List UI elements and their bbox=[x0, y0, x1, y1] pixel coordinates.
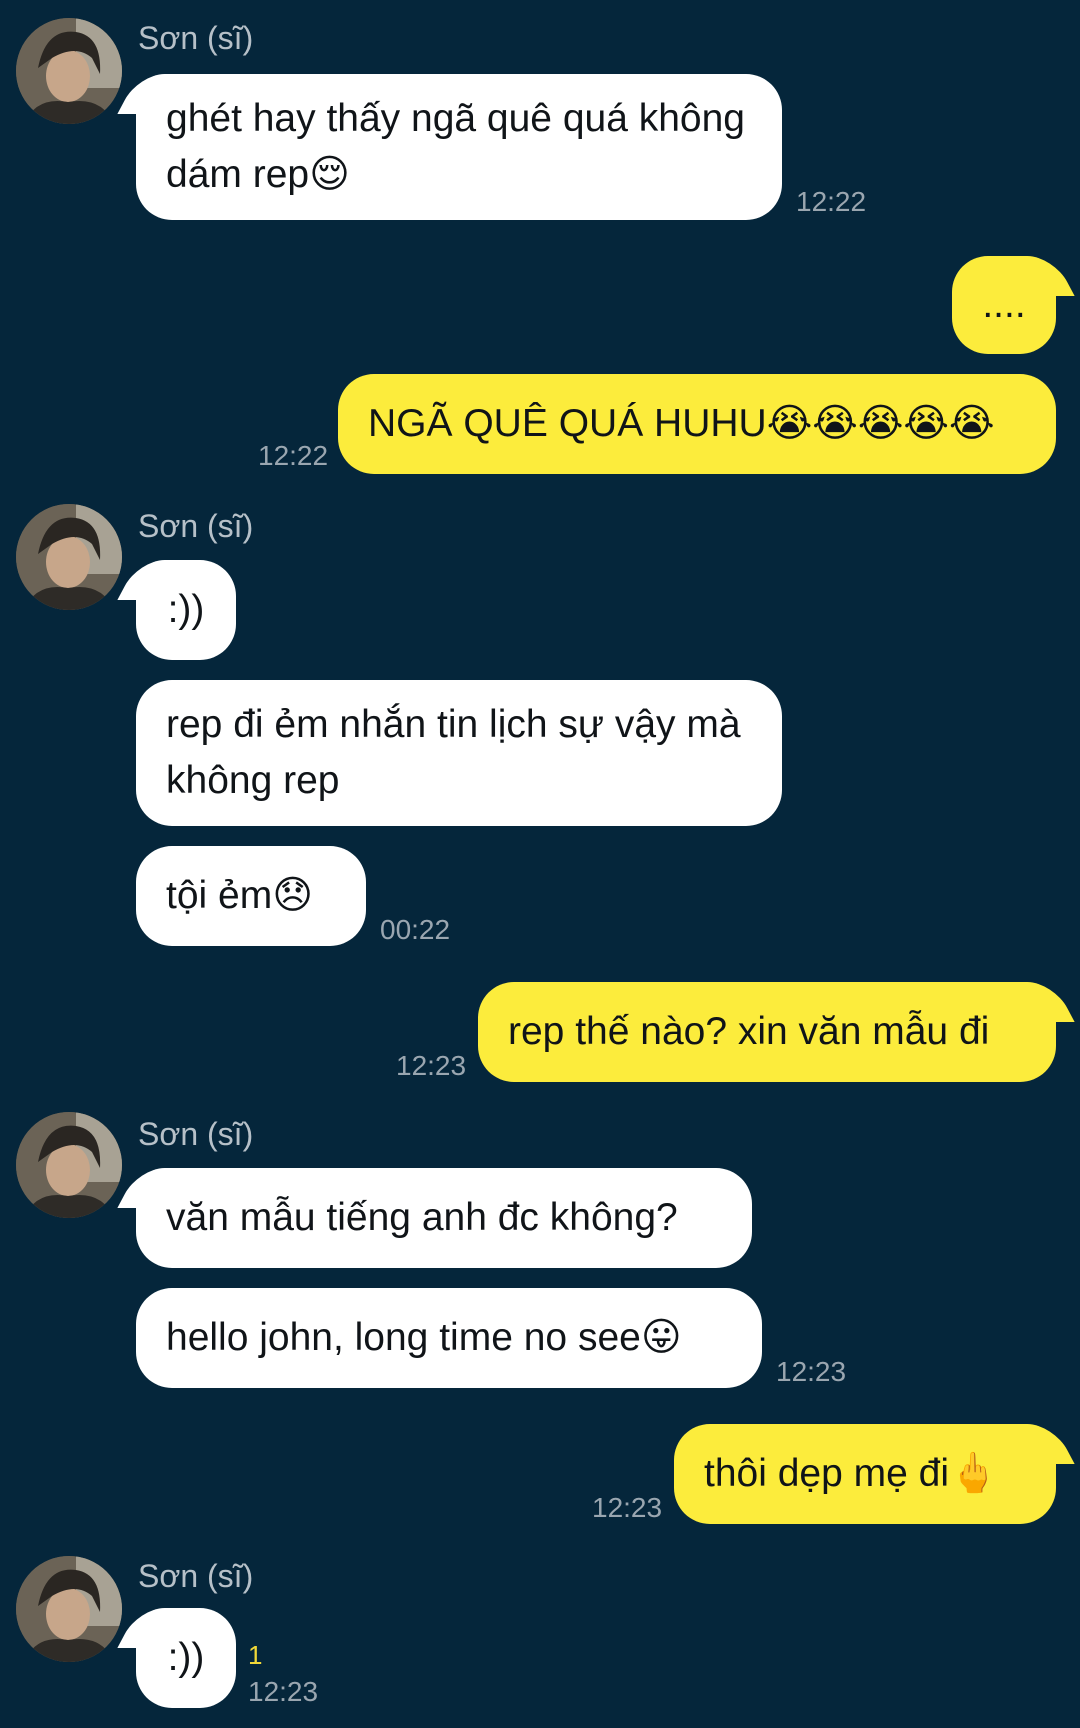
message-bubble-sent[interactable]: rep thế nào? xin văn mẫu đi bbox=[478, 982, 1056, 1082]
message-time: 12:23 bbox=[396, 1050, 467, 1081]
message-bubble-received[interactable]: ghét hay thấy ngã quê quá không dám rep😌 bbox=[136, 74, 782, 220]
contact-avatar[interactable] bbox=[16, 1112, 122, 1218]
sender-name: Sơn (sĩ) bbox=[138, 1116, 254, 1152]
message-time: 12:22 bbox=[258, 440, 329, 471]
message-bubble-received[interactable]: rep đi ẻm nhắn tin lịch sự vậy mà không … bbox=[136, 680, 782, 826]
message-bubble-received[interactable]: hello john, long time no see😛 bbox=[136, 1288, 762, 1388]
message-bubble-sent[interactable]: .... bbox=[952, 256, 1056, 354]
message-time: 12:23 bbox=[776, 1356, 847, 1387]
message-bubble-received[interactable]: :)) bbox=[136, 560, 236, 660]
profile-photo-icon bbox=[16, 504, 122, 610]
message-bubble-received[interactable]: tội ẻm😞 bbox=[136, 846, 366, 946]
message-time: 00:22 bbox=[380, 914, 451, 945]
message-bubble-sent[interactable]: NGÃ QUÊ QUÁ HUHU😭😭😭😭😭 bbox=[338, 374, 1056, 474]
message-bubble-received[interactable]: văn mẫu tiếng anh đc không? bbox=[136, 1168, 752, 1268]
message-time: 12:23 bbox=[592, 1492, 663, 1523]
message-bubble-received[interactable]: :)) bbox=[136, 1608, 236, 1708]
sender-name: Sơn (sĩ) bbox=[138, 508, 254, 544]
contact-avatar[interactable] bbox=[16, 504, 122, 610]
profile-photo-icon bbox=[16, 18, 122, 124]
sender-name: Sơn (sĩ) bbox=[138, 1558, 254, 1594]
contact-avatar[interactable] bbox=[16, 18, 122, 124]
sender-name: Sơn (sĩ) bbox=[138, 20, 254, 56]
contact-avatar[interactable] bbox=[16, 1556, 122, 1662]
profile-photo-icon bbox=[16, 1556, 122, 1662]
message-bubble-sent[interactable]: thôi dẹp mẹ đi🖕 bbox=[674, 1424, 1056, 1524]
profile-photo-icon bbox=[16, 1112, 122, 1218]
message-time: 12:23 bbox=[248, 1676, 319, 1707]
unread-count: 1 bbox=[248, 1640, 263, 1670]
message-time: 12:22 bbox=[796, 186, 867, 217]
